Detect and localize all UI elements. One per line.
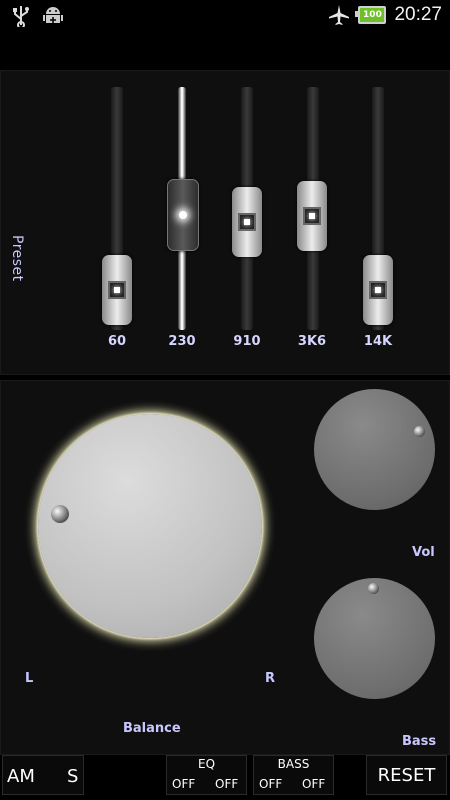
volume-label: Vol: [412, 545, 435, 560]
band-label-230: 230: [168, 334, 196, 349]
balance-left-label: L: [25, 671, 34, 686]
eq-slider-thumb-910[interactable]: [232, 187, 262, 257]
band-label-3k6: 3K6: [297, 334, 327, 349]
band-label-14k: 14K: [363, 334, 393, 349]
eq-slider-thumb-60[interactable]: [102, 255, 132, 325]
am-s-button[interactable]: AM S: [2, 755, 84, 795]
am-label: AM: [7, 766, 35, 787]
clock: 20:27: [394, 4, 442, 25]
status-bar: 100 20:27: [0, 0, 450, 33]
bass-state-1: OFF: [259, 777, 283, 791]
thumb-grip-icon: [369, 281, 387, 299]
bass-toggle-button[interactable]: BASS OFF OFF: [253, 755, 334, 795]
eq-state-2: OFF: [215, 777, 239, 791]
volume-indicator-dot: [414, 426, 425, 437]
reset-button[interactable]: RESET: [366, 755, 447, 795]
bass-label: Bass: [402, 734, 437, 749]
thumb-grip-icon: [303, 207, 321, 225]
volume-knob[interactable]: [314, 389, 435, 510]
s-label: S: [67, 766, 79, 787]
eq-slider-thumb-14k[interactable]: [363, 255, 393, 325]
android-debug-icon: [42, 5, 64, 27]
eq-slider-thumb-230[interactable]: [167, 179, 199, 251]
preset-button[interactable]: Preset: [9, 235, 25, 282]
usb-icon: [10, 5, 32, 27]
thumb-grip-icon: [176, 208, 190, 222]
eq-toggle-button[interactable]: EQ OFF OFF: [166, 755, 247, 795]
band-label-60: 60: [107, 334, 127, 349]
balance-knob[interactable]: [38, 414, 262, 638]
battery-icon: 100: [355, 6, 387, 24]
bass-indicator-dot: [368, 583, 379, 594]
eq-state-1: OFF: [172, 777, 196, 791]
eq-slider-thumb-3k6[interactable]: [297, 181, 327, 251]
balance-label: Balance: [123, 721, 181, 736]
balance-right-label: R: [265, 671, 276, 686]
reset-label: RESET: [377, 765, 436, 786]
bass-toggle-title: BASS: [277, 757, 310, 771]
bass-knob[interactable]: [314, 578, 435, 699]
bass-state-2: OFF: [302, 777, 326, 791]
airplane-icon: [328, 4, 350, 26]
eq-toggle-title: EQ: [197, 757, 216, 771]
thumb-grip-icon: [238, 213, 256, 231]
balance-indicator-dot: [51, 505, 69, 523]
band-label-910: 910: [233, 334, 261, 349]
thumb-grip-icon: [108, 281, 126, 299]
header-spacer: [0, 33, 450, 70]
